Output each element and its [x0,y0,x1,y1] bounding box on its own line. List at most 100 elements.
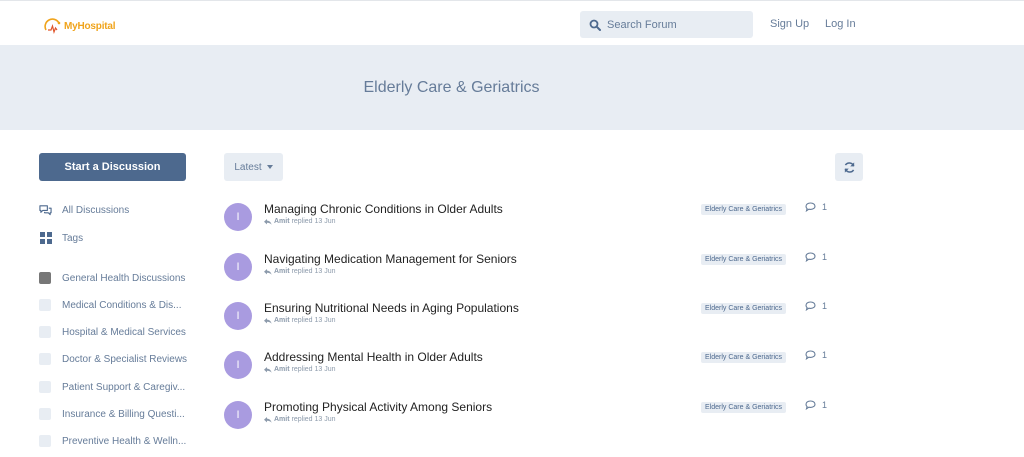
tag-item[interactable]: Doctor & Specialist Reviews [39,352,187,366]
tag-item[interactable]: Medical Conditions & Dis... [39,298,182,312]
reply-count: 1 [805,301,827,311]
refresh-icon [844,161,854,173]
tag-color-swatch [39,272,51,284]
discussion-row[interactable]: I Managing Chronic Conditions in Older A… [224,202,864,242]
site-logo[interactable]: MyHospital [44,16,116,36]
action-text: replied [291,268,313,275]
reply-icon [264,317,272,324]
tag-badge[interactable]: Elderly Care & Geriatrics [701,402,787,413]
reply-date: 13 Jun [314,416,336,423]
reply-count-value: 1 [822,350,828,360]
tag-label: Hospital & Medical Services [62,326,186,338]
author-name[interactable]: Amit [274,218,290,225]
tag-color-swatch [39,299,51,311]
avatar[interactable]: I [224,351,252,379]
reply-count-value: 1 [822,301,828,311]
tag-badge[interactable]: Elderly Care & Geriatrics [701,352,787,363]
tag-color-swatch [39,435,51,447]
discussion-row[interactable]: I Ensuring Nutritional Needs in Aging Po… [224,301,864,341]
discussion-row[interactable]: I Promoting Physical Activity Among Seni… [224,400,864,440]
discussion-meta: Amit replied 13 Jun [264,416,336,423]
discussion-title[interactable]: Managing Chronic Conditions in Older Adu… [264,202,503,216]
reply-count: 1 [805,400,827,410]
tag-badge[interactable]: Elderly Care & Geriatrics [701,254,787,265]
comment-bubble-icon [805,202,816,212]
site-header: MyHospital Search Forum Sign Up Log In [0,4,1024,45]
discussion-row[interactable]: I Addressing Mental Health in Older Adul… [224,350,864,390]
nav-all-discussions-label: All Discussions [62,204,130,216]
sort-label: Latest [234,161,262,173]
tag-item[interactable]: Patient Support & Caregiv... [39,380,185,394]
reply-icon [264,268,272,275]
tag-label: Preventive Health & Welln... [62,435,187,447]
comment-bubble-icon [805,301,816,311]
action-text: replied [291,218,313,225]
tags-grid-icon [39,232,52,245]
discussion-title[interactable]: Navigating Medication Management for Sen… [264,252,517,266]
discussion-title[interactable]: Promoting Physical Activity Among Senior… [264,400,492,414]
page-title: Elderly Care & Geriatrics [363,79,540,96]
reply-count-value: 1 [822,252,828,262]
discussion-meta: Amit replied 13 Jun [264,317,336,324]
action-text: replied [291,416,313,423]
author-name[interactable]: Amit [274,416,290,423]
action-text: replied [291,366,313,373]
author-name[interactable]: Amit [274,366,290,373]
tag-item[interactable]: Hospital & Medical Services [39,325,186,339]
discussion-row[interactable]: I Navigating Medication Management for S… [224,252,864,292]
sign-up-link[interactable]: Sign Up [770,18,809,30]
reply-icon [264,416,272,423]
search-icon [589,19,601,31]
sort-dropdown[interactable]: Latest [224,153,283,181]
tag-item[interactable]: General Health Discussions [39,271,185,285]
reply-count: 1 [805,350,827,360]
discussion-meta: Amit replied 13 Jun [264,268,336,275]
refresh-button[interactable] [835,153,863,181]
tag-badge[interactable]: Elderly Care & Geriatrics [701,303,787,314]
tag-color-swatch [39,381,51,393]
hero-banner: Elderly Care & Geriatrics [0,45,1024,130]
tag-label: Insurance & Billing Questi... [62,408,185,420]
tag-item[interactable]: Insurance & Billing Questi... [39,407,185,421]
search-input[interactable]: Search Forum [580,11,753,38]
reply-date: 13 Jun [314,218,336,225]
tag-item[interactable]: Preventive Health & Welln... [39,434,186,448]
reply-count: 1 [805,202,827,212]
comment-bubble-icon [805,350,816,360]
nav-tags[interactable]: Tags [39,231,83,245]
author-name[interactable]: Amit [274,317,290,324]
avatar[interactable]: I [224,253,252,281]
caret-down-icon [266,165,273,169]
nav-all-discussions[interactable]: All Discussions [39,203,129,217]
tag-label: General Health Discussions [62,272,186,284]
tag-label: Medical Conditions & Dis... [62,299,182,311]
reply-date: 13 Jun [314,366,336,373]
reply-date: 13 Jun [314,268,336,275]
avatar[interactable]: I [224,203,252,231]
tag-color-swatch [39,326,51,338]
tag-badge[interactable]: Elderly Care & Geriatrics [701,204,787,215]
logo-text: MyHospital [64,20,116,32]
avatar[interactable]: I [224,401,252,429]
nav-tags-label: Tags [62,232,84,244]
logo-pulse-icon [44,18,61,34]
start-discussion-button[interactable]: Start a Discussion [39,153,186,181]
tag-label: Patient Support & Caregiv... [62,381,186,393]
discussion-meta: Amit replied 13 Jun [264,366,336,373]
reply-date: 13 Jun [314,317,336,324]
action-text: replied [291,317,313,324]
discussion-title[interactable]: Ensuring Nutritional Needs in Aging Popu… [264,301,519,315]
tag-color-swatch [39,408,51,420]
log-in-link[interactable]: Log In [825,18,856,30]
reply-count: 1 [805,252,827,262]
avatar[interactable]: I [224,302,252,330]
author-name[interactable]: Amit [274,268,290,275]
comment-bubble-icon [805,400,816,410]
reply-icon [264,218,272,225]
discussion-title[interactable]: Addressing Mental Health in Older Adults [264,350,483,364]
reply-count-value: 1 [822,400,828,410]
comments-icon [39,204,52,217]
reply-count-value: 1 [822,202,828,212]
reply-icon [264,366,272,373]
tag-color-swatch [39,353,51,365]
